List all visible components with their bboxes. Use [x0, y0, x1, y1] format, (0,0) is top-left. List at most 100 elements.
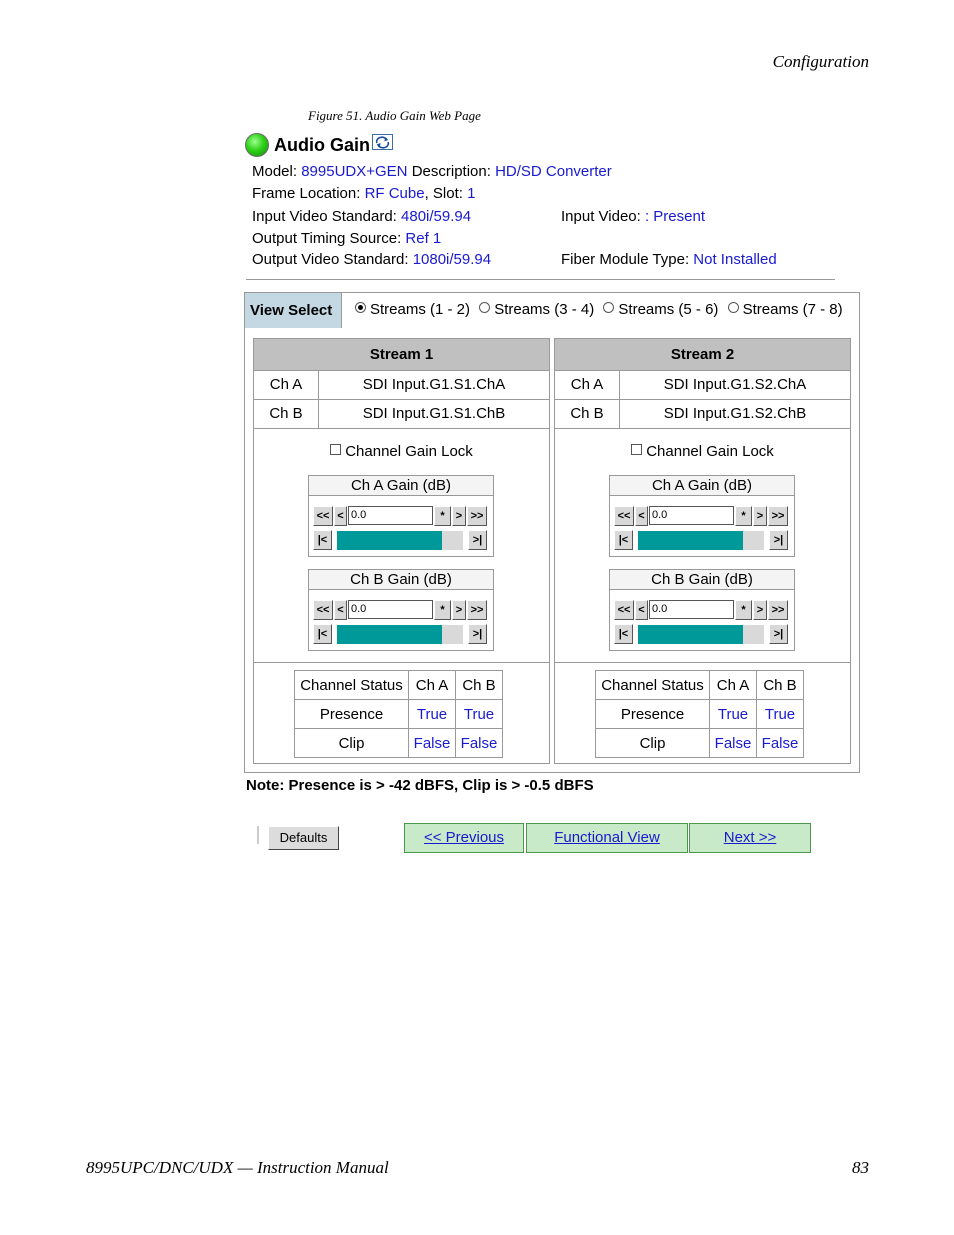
channel-name: Ch A: [254, 371, 319, 399]
increase-button[interactable]: >: [452, 506, 466, 526]
reset-button[interactable]: *: [735, 600, 752, 620]
increase-big-button[interactable]: >>: [467, 600, 487, 620]
stream-title: Stream 2: [555, 339, 850, 371]
output-standard-value: 1080i/59.94: [412, 251, 492, 268]
gain-lock-checkbox[interactable]: [631, 444, 643, 455]
max-button[interactable]: >|: [468, 530, 487, 550]
view-option-2[interactable]: Streams (3 - 4): [479, 301, 594, 318]
status-value: False: [408, 728, 456, 758]
defaults-button[interactable]: Defaults: [268, 826, 339, 850]
reset-button[interactable]: *: [434, 506, 451, 526]
ch-b-gain-control: Ch B Gain (dB) << < 0.0 * > >> |< >|: [308, 569, 494, 651]
input-video-label: Input Video:: [561, 208, 641, 225]
gain-slider-fill: [337, 625, 442, 644]
stream-title: Stream 1: [254, 339, 549, 371]
radio[interactable]: [479, 302, 491, 313]
timing-source-label: Output Timing Source:: [252, 230, 402, 247]
status-value: False: [709, 728, 757, 758]
gain-title: Ch B Gain (dB): [309, 570, 493, 590]
channel-source: SDI Input.G1.S1.ChB: [362, 405, 506, 422]
status-row-label: Clip: [294, 728, 409, 758]
decrease-big-button[interactable]: <<: [614, 600, 634, 620]
figure-caption: Figure 51. Audio Gain Web Page: [308, 108, 481, 123]
channel-name: Ch B: [555, 400, 620, 428]
decrease-button[interactable]: <: [334, 600, 347, 620]
model-label: Model:: [252, 163, 298, 180]
increase-big-button[interactable]: >>: [768, 506, 788, 526]
frame-location-label: Frame Location:: [252, 185, 361, 202]
increase-big-button[interactable]: >>: [768, 600, 788, 620]
channel-status-table: Channel Status Ch A Ch B Presence True T…: [595, 670, 804, 758]
min-button[interactable]: |<: [614, 624, 633, 644]
status-header: Ch A: [709, 670, 757, 700]
input-standard-value: 480i/59.94: [401, 208, 472, 225]
increase-big-button[interactable]: >>: [467, 506, 487, 526]
increase-button[interactable]: >: [753, 600, 767, 620]
channel-row-a: Ch A SDI Input.G1.S1.ChA: [254, 371, 549, 400]
min-button[interactable]: |<: [313, 530, 332, 550]
gain-slider[interactable]: [337, 531, 463, 550]
view-option-3[interactable]: Streams (5 - 6): [603, 301, 718, 318]
decrease-button[interactable]: <: [334, 506, 347, 526]
gain-input[interactable]: 0.0: [348, 506, 433, 525]
increase-button[interactable]: >: [753, 506, 767, 526]
channel-status-table: Channel Status Ch A Ch B Presence True T…: [294, 670, 503, 758]
page-header: Configuration: [772, 52, 869, 71]
gain-input[interactable]: 0.0: [649, 506, 734, 525]
gain-slider[interactable]: [638, 625, 764, 644]
view-option-1[interactable]: Streams (1 - 2): [355, 301, 470, 318]
status-header: Channel Status: [294, 670, 409, 700]
slot-label: , Slot:: [424, 185, 463, 202]
divider: [246, 279, 835, 280]
description-label: Description:: [411, 163, 491, 180]
status-value: False: [455, 728, 503, 758]
view-select-options: Streams (1 - 2) Streams (3 - 4) Streams …: [355, 301, 848, 318]
radio[interactable]: [603, 302, 615, 313]
decrease-button[interactable]: <: [635, 600, 648, 620]
increase-button[interactable]: >: [452, 600, 466, 620]
status-value: False: [756, 728, 804, 758]
gain-lock-checkbox[interactable]: [330, 444, 342, 455]
channel-gain-lock[interactable]: Channel Gain Lock: [555, 443, 850, 460]
status-header: Ch A: [408, 670, 456, 700]
max-button[interactable]: >|: [769, 530, 788, 550]
gain-input[interactable]: 0.0: [649, 600, 734, 619]
page-number: 83: [852, 1158, 869, 1177]
channel-source: SDI Input.G1.S2.ChB: [663, 405, 807, 422]
max-button[interactable]: >|: [468, 624, 487, 644]
status-header: Channel Status: [595, 670, 710, 700]
gain-title: Ch A Gain (dB): [610, 476, 794, 496]
status-row-label: Clip: [595, 728, 710, 758]
status-row-label: Presence: [595, 699, 710, 729]
channel-source: SDI Input.G1.S2.ChA: [663, 376, 807, 393]
previous-button[interactable]: << Previous: [404, 823, 524, 853]
reset-button[interactable]: *: [735, 506, 752, 526]
status-value: True: [455, 699, 503, 729]
radio-selected[interactable]: [355, 302, 366, 313]
radio[interactable]: [727, 302, 739, 313]
gain-slider-fill: [638, 625, 743, 644]
gain-slider[interactable]: [337, 625, 463, 644]
channel-name: Ch B: [254, 400, 319, 428]
functional-view-button[interactable]: Functional View: [526, 823, 688, 853]
gain-slider[interactable]: [638, 531, 764, 550]
min-button[interactable]: |<: [614, 530, 633, 550]
slot-value: 1: [467, 185, 476, 202]
status-row-label: Presence: [294, 699, 409, 729]
reset-button[interactable]: *: [434, 600, 451, 620]
channel-gain-lock[interactable]: Channel Gain Lock: [254, 443, 549, 460]
decrease-button[interactable]: <: [635, 506, 648, 526]
view-option-4[interactable]: Streams (7 - 8): [727, 301, 843, 318]
max-button[interactable]: >|: [769, 624, 788, 644]
decrease-big-button[interactable]: <<: [313, 506, 333, 526]
refresh-icon[interactable]: [372, 134, 393, 150]
divider: [555, 662, 850, 663]
decrease-big-button[interactable]: <<: [614, 506, 634, 526]
next-button[interactable]: Next >>: [689, 823, 811, 853]
min-button[interactable]: |<: [313, 624, 332, 644]
page-title: Audio Gain: [274, 135, 370, 155]
decrease-big-button[interactable]: <<: [313, 600, 333, 620]
gain-input[interactable]: 0.0: [348, 600, 433, 619]
stream-panel-1: Stream 1 Ch A SDI Input.G1.S1.ChA Ch B S…: [253, 338, 550, 764]
divider: [257, 826, 259, 844]
